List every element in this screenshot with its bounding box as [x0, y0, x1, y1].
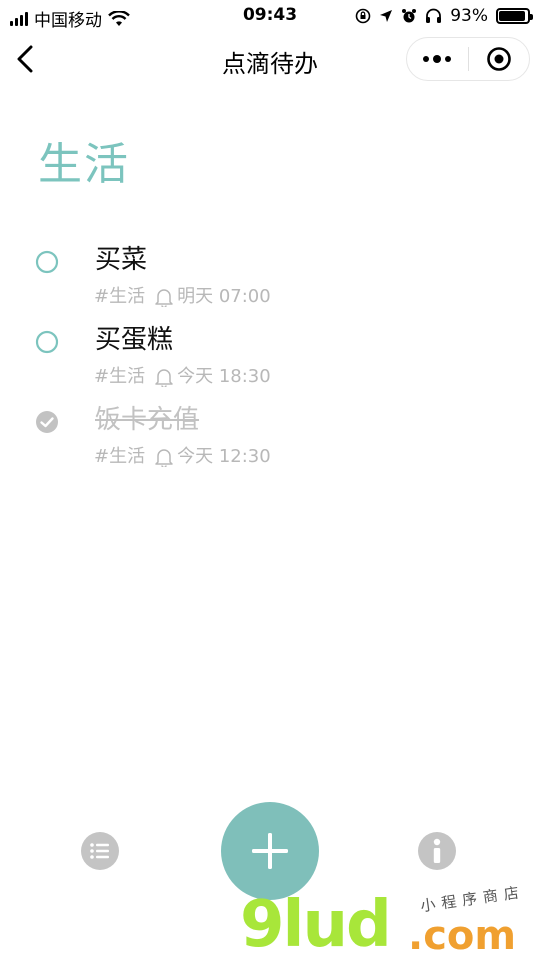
task-reminder: 明天 07:00: [177, 286, 271, 307]
group-title: 生活: [38, 139, 130, 190]
task-tag: #生活: [94, 366, 146, 387]
task-meta: #生活 今天 12:30: [94, 446, 271, 468]
task-title: 买菜: [95, 245, 148, 275]
task-title: 买蛋糕: [95, 325, 174, 355]
plus-icon: [252, 833, 288, 869]
status-bar: 中国移动 09:43 93%: [0, 0, 540, 32]
watermark-domain: .com: [408, 913, 517, 959]
task-tag: #生活: [94, 446, 146, 467]
list-icon: [90, 843, 109, 859]
task-reminder: 今天 12:30: [177, 446, 271, 467]
target-icon: [486, 47, 511, 71]
unchecked-circle-icon[interactable]: [35, 330, 59, 354]
info-button[interactable]: [418, 832, 456, 870]
task-reminder: 今天 18:30: [177, 366, 271, 387]
battery-percent: 93%: [450, 6, 488, 26]
checked-circle-icon[interactable]: [35, 410, 59, 434]
battery-fill: [499, 11, 526, 21]
task-item[interactable]: 买菜 #生活 明天 07:00: [0, 242, 540, 322]
headphones-icon: [426, 8, 442, 23]
watermark-logo: 9lud: [240, 888, 392, 960]
task-title: 饭卡充值: [95, 405, 200, 435]
rotation-lock-icon: [355, 8, 371, 24]
more-dots-icon: [423, 55, 452, 63]
nav-bar: 点滴待办: [0, 32, 540, 86]
task-meta: #生活 今天 18:30: [94, 366, 271, 388]
watermark-caption: 小程序商店: [419, 882, 526, 916]
location-icon: [380, 10, 393, 22]
task-meta: #生活 明天 07:00: [94, 286, 271, 308]
bell-icon: [155, 449, 173, 467]
miniprogram-capsule: [406, 37, 530, 81]
task-item-done[interactable]: 饭卡充值 #生活 今天 12:30: [0, 402, 540, 482]
list-button[interactable]: [81, 832, 119, 870]
battery-icon: [496, 8, 533, 24]
more-button[interactable]: [407, 38, 468, 80]
alarm-icon: [402, 9, 417, 23]
close-button[interactable]: [469, 38, 530, 80]
info-icon: [433, 838, 441, 863]
task-tag: #生活: [94, 286, 146, 307]
watermark: 9lud .com 小程序商店: [240, 883, 540, 960]
bell-icon: [155, 289, 173, 307]
status-right: 93%: [355, 6, 533, 26]
bell-icon: [155, 369, 173, 387]
task-item[interactable]: 买蛋糕 #生活 今天 18:30: [0, 322, 540, 402]
unchecked-circle-icon[interactable]: [35, 250, 59, 274]
